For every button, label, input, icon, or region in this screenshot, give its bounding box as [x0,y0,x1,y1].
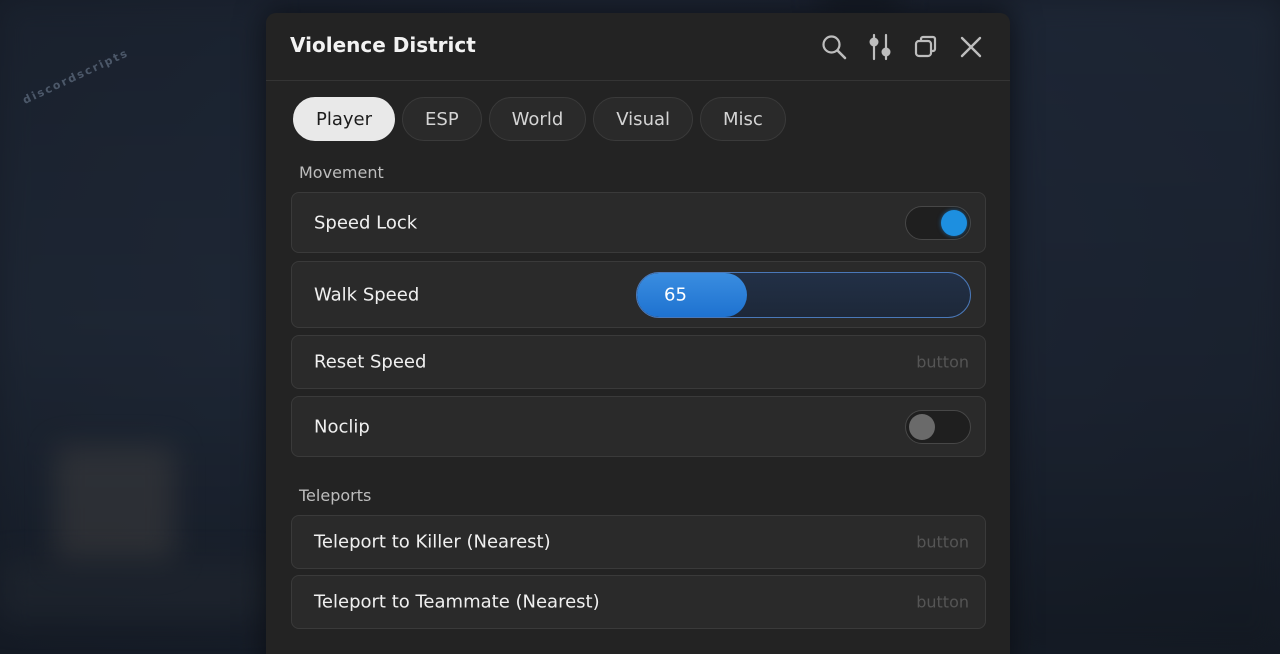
script-window: Violence District Player ESP World Visua [266,13,1010,654]
speed-lock-label: Speed Lock [314,212,418,233]
background-right [1010,0,1280,654]
background-object [55,445,175,565]
teleport-teammate-button[interactable]: Teleport to Teammate (Nearest) button [291,575,986,629]
search-icon[interactable] [819,32,849,62]
tab-bar: Player ESP World Visual Misc [293,97,786,141]
background-floor [0,560,270,620]
reset-speed-label: Reset Speed [314,351,427,373]
slider-fill [637,272,747,317]
noclip-toggle[interactable] [905,409,971,444]
title-bar[interactable]: Violence District [266,13,1010,81]
walk-speed-value: 65 [664,284,687,305]
window-title: Violence District [290,33,476,57]
button-hint: button [916,592,969,612]
walk-speed-label: Walk Speed [314,284,420,305]
tab-visual[interactable]: Visual [593,97,694,141]
speed-lock-row[interactable]: Speed Lock [291,192,986,253]
background-top [820,0,900,10]
tab-esp[interactable]: ESP [402,97,482,141]
reset-speed-button[interactable]: Reset Speed button [291,335,986,389]
speed-lock-toggle[interactable] [905,205,971,240]
toggle-knob [909,413,935,440]
button-hint: button [916,352,969,372]
close-icon[interactable] [956,32,986,62]
teleport-killer-button[interactable]: Teleport to Killer (Nearest) button [291,515,986,569]
tab-player[interactable]: Player [293,97,396,141]
section-label-movement: Movement [299,163,384,182]
walk-speed-slider[interactable]: 65 [636,271,971,318]
section-label-teleports: Teleports [299,486,372,505]
teleport-killer-label: Teleport to Killer (Nearest) [314,531,551,553]
tab-misc[interactable]: Misc [700,97,786,141]
noclip-row[interactable]: Noclip [291,396,986,457]
duplicate-icon[interactable] [911,32,941,62]
settings-sliders-icon[interactable] [865,32,895,62]
noclip-label: Noclip [314,416,370,437]
button-hint: button [916,532,969,552]
walk-speed-row: Walk Speed 65 [291,261,986,328]
tab-world[interactable]: World [488,97,587,141]
toggle-knob [941,209,967,236]
teleport-teammate-label: Teleport to Teammate (Nearest) [314,591,600,613]
